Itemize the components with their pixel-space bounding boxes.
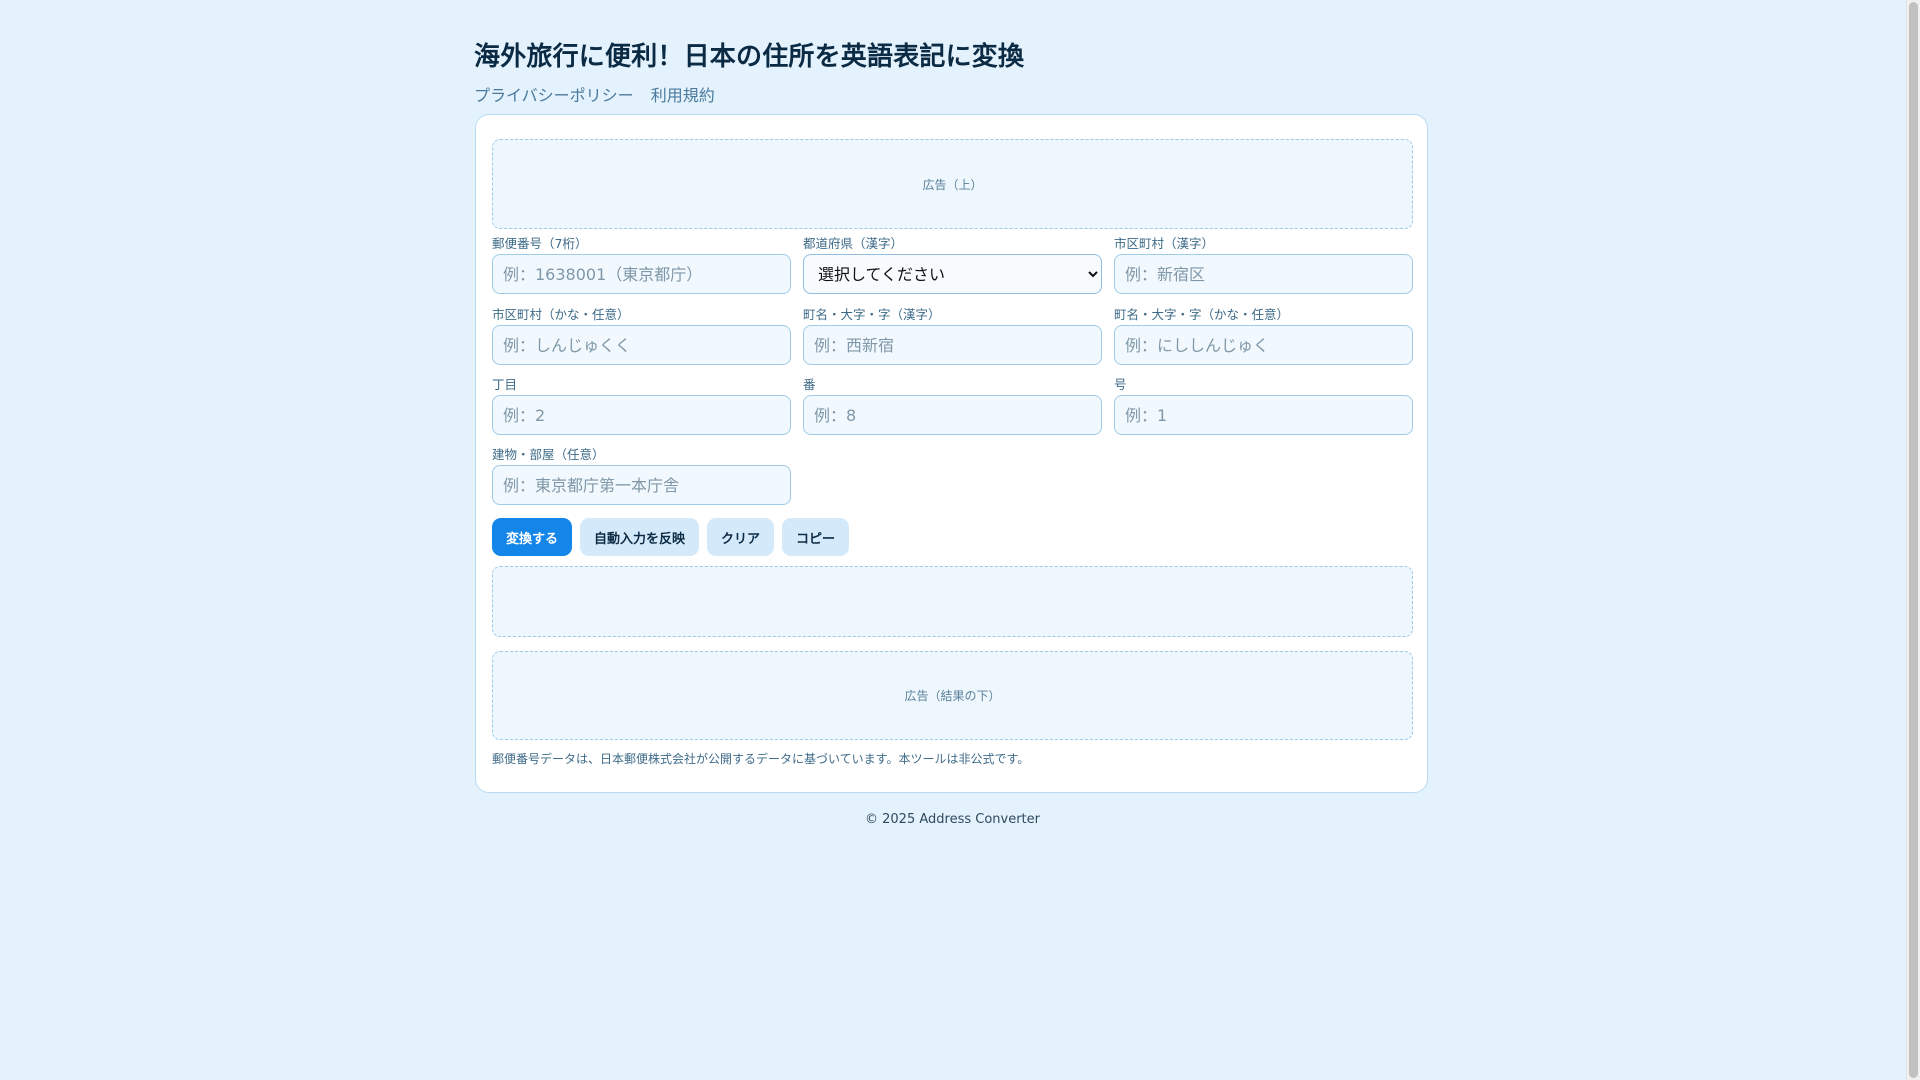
go-input[interactable] — [1114, 395, 1413, 435]
town-kana-field: 町名・大字・字（かな・任意） — [1114, 307, 1413, 365]
building-field: 建物・部屋（任意） — [492, 447, 791, 505]
go-label: 号 — [1114, 377, 1127, 392]
town-kanji-field: 町名・大字・字（漢字） — [803, 307, 1102, 365]
postal-code-field: 郵便番号（7桁） — [492, 236, 791, 294]
prefecture-select[interactable]: 選択してください — [803, 254, 1102, 294]
go-field: 号 — [1114, 377, 1413, 435]
data-source-note: 郵便番号データは、日本郵便株式会社が公開するデータに基づいています。本ツールは非… — [492, 752, 1030, 766]
postal-code-input[interactable] — [492, 254, 791, 294]
city-kanji-input[interactable] — [1114, 254, 1413, 294]
header-nav: プライバシーポリシー 利用規約 — [474, 82, 727, 106]
city-kanji-label: 市区町村（漢字） — [1114, 236, 1215, 251]
town-kanji-input[interactable] — [803, 325, 1102, 365]
apply-autofill-button[interactable]: 自動入力を反映 — [580, 518, 700, 556]
prefecture-field: 都道府県（漢字） 選択してください — [803, 236, 1102, 294]
town-kana-label: 町名・大字・字（かな・任意） — [1114, 307, 1290, 322]
chome-input[interactable] — [492, 395, 791, 435]
city-kana-input[interactable] — [492, 325, 791, 365]
building-input[interactable] — [492, 465, 791, 505]
ad-bottom-label: 広告（結果の下） — [904, 689, 1001, 703]
ad-top: 広告（上） — [492, 139, 1413, 229]
converter-card: 広告（上） 郵便番号（7桁） 都道府県（漢字） 選択してください 市区町村（漢字… — [475, 114, 1428, 793]
town-kana-input[interactable] — [1114, 325, 1413, 365]
clear-button[interactable]: クリア — [707, 518, 775, 556]
terms-link[interactable]: 利用規約 — [651, 86, 715, 105]
convert-button[interactable]: 変換する — [492, 518, 573, 556]
ban-field: 番 — [803, 377, 1102, 435]
scrollbar-thumb[interactable] — [1909, 2, 1918, 1078]
prefecture-label: 都道府県（漢字） — [803, 236, 904, 251]
page: 海外旅行に便利！日本の住所を英語表記に変換 プライバシーポリシー 利用規約 広告… — [0, 0, 1920, 1080]
city-kanji-field: 市区町村（漢字） — [1114, 236, 1413, 294]
chome-label: 丁目 — [492, 377, 518, 392]
ad-top-label: 広告（上） — [922, 177, 983, 192]
city-kana-label: 市区町村（かな・任意） — [492, 307, 630, 322]
vertical-scrollbar[interactable] — [1906, 0, 1920, 1080]
chome-field: 丁目 — [492, 377, 791, 435]
page-title: 海外旅行に便利！日本の住所を英語表記に変換 — [474, 42, 1025, 72]
copy-button[interactable]: コピー — [782, 518, 850, 556]
action-buttons: 変換する 自動入力を反映 クリア コピー — [492, 518, 850, 556]
footer-copyright: © 2025 Address Converter — [865, 812, 1040, 827]
city-kana-field: 市区町村（かな・任意） — [492, 307, 791, 365]
result-box — [492, 566, 1413, 637]
ad-bottom: 広告（結果の下） — [492, 651, 1413, 740]
privacy-policy-link[interactable]: プライバシーポリシー — [474, 86, 634, 105]
ban-input[interactable] — [803, 395, 1102, 435]
postal-code-label: 郵便番号（7桁） — [492, 236, 588, 251]
building-label: 建物・部屋（任意） — [492, 447, 605, 462]
town-kanji-label: 町名・大字・字（漢字） — [803, 307, 941, 322]
ban-label: 番 — [803, 377, 816, 392]
